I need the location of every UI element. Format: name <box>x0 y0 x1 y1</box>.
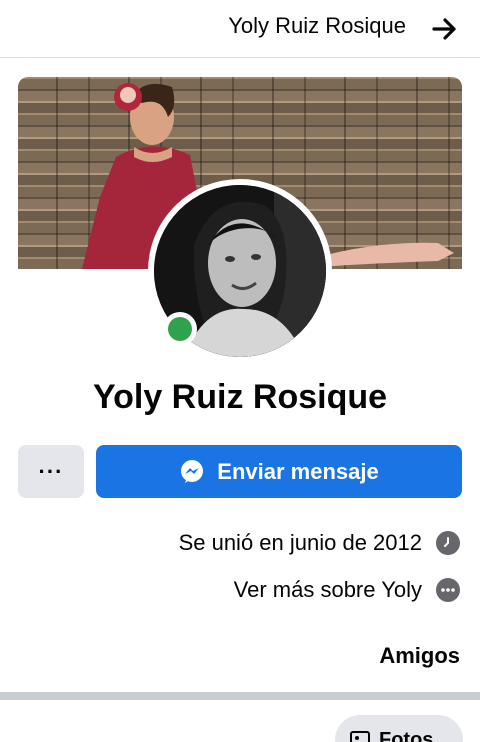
photos-tab-button[interactable]: Fotos <box>335 715 463 742</box>
section-divider <box>0 692 480 700</box>
arrow-right-icon[interactable] <box>428 12 462 46</box>
joined-text: Se unió en junio de 2012 <box>178 530 422 555</box>
see-more-text[interactable]: Ver más sobre Yoly <box>234 577 422 603</box>
online-status-indicator <box>163 312 197 346</box>
see-more-row[interactable]: Ver más sobre Yoly <box>234 575 460 605</box>
clock-icon <box>436 531 460 555</box>
send-message-label: Enviar mensaje <box>217 458 379 484</box>
messenger-icon <box>181 459 204 483</box>
info-joined-row: Se unió en junio de 2012 <box>179 528 460 558</box>
photos-tab-label: Fotos <box>379 728 434 742</box>
more-options-button[interactable]: ··· <box>18 445 84 498</box>
top-bar-title: Yoly Ruiz Rosique <box>228 13 406 38</box>
cover-legs-figure <box>318 242 454 267</box>
more-options-label: ··· <box>38 458 64 484</box>
profile-name: Yoly Ruiz Rosique <box>92 378 388 416</box>
more-dots-icon <box>436 578 460 602</box>
photo-icon <box>350 731 370 742</box>
send-message-button[interactable]: Enviar mensaje <box>96 445 462 498</box>
top-bar: Yoly Ruiz Rosique <box>0 0 480 58</box>
friends-section-title: Amigos <box>379 643 460 668</box>
